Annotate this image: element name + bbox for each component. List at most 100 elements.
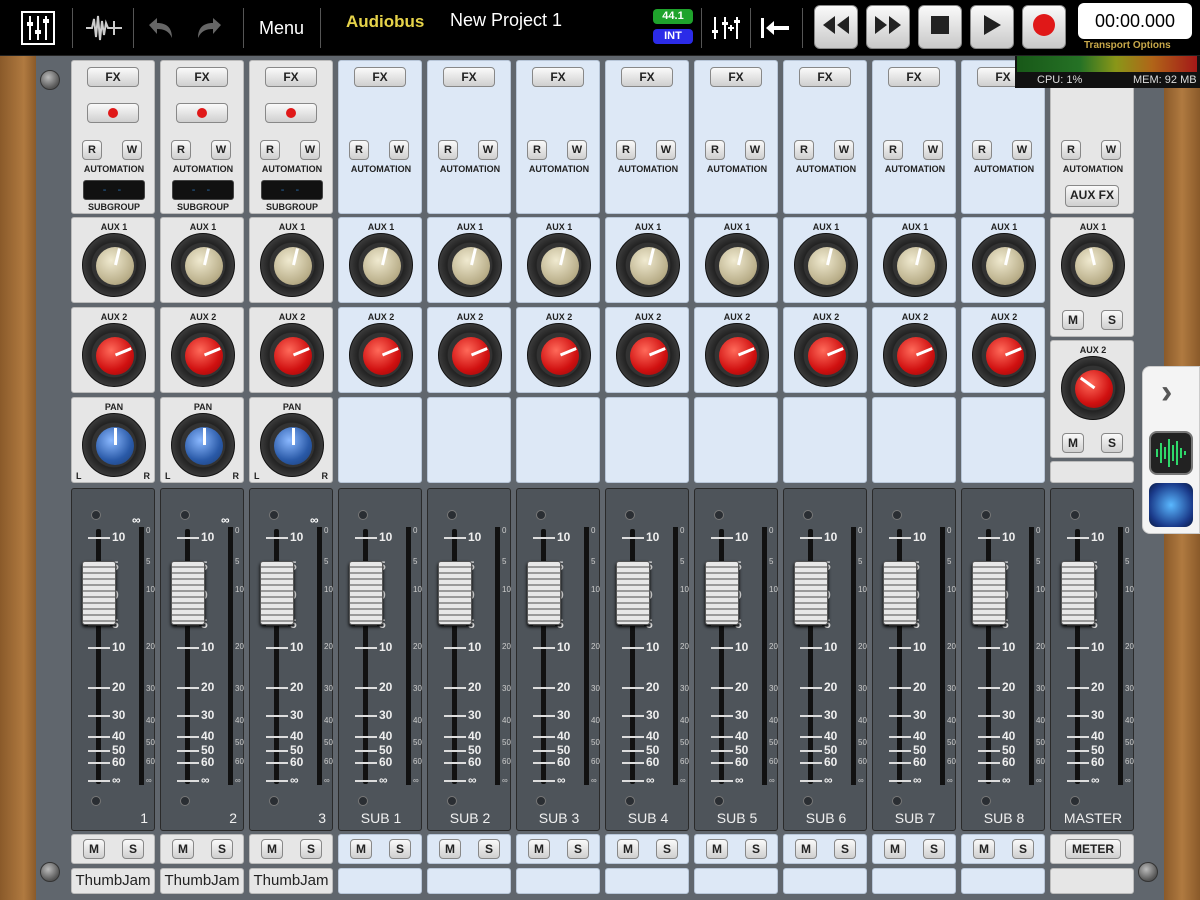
fx-button[interactable]: FX — [443, 67, 495, 87]
automation-read-button[interactable]: R — [82, 140, 102, 160]
input-source-label[interactable]: ThumbJam — [160, 868, 244, 894]
automation-read-button[interactable]: R — [616, 140, 636, 160]
aux2-knob[interactable] — [883, 323, 947, 387]
input-source-label[interactable] — [605, 868, 689, 894]
mute-button[interactable]: M — [439, 839, 461, 859]
aux2-return-knob[interactable] — [1061, 356, 1125, 420]
link-icon[interactable]: ∞ — [221, 513, 230, 527]
automation-write-button[interactable]: W — [834, 140, 854, 160]
fast-forward-button[interactable] — [866, 5, 910, 49]
rewind-button[interactable] — [814, 5, 858, 49]
thumbjam-app-icon[interactable] — [1149, 483, 1193, 527]
automation-write-button[interactable]: W — [478, 140, 498, 160]
volume-fader[interactable] — [82, 561, 116, 625]
aux1-solo-button[interactable]: S — [1101, 310, 1123, 330]
project-title[interactable]: New Project 1 — [450, 10, 562, 31]
mute-button[interactable]: M — [83, 839, 105, 859]
aux2-knob[interactable] — [171, 323, 235, 387]
fx-button[interactable]: FX — [176, 67, 228, 87]
input-source-label[interactable] — [872, 868, 956, 894]
aux1-knob[interactable] — [438, 233, 502, 297]
aux2-knob[interactable] — [82, 323, 146, 387]
automation-write-button[interactable]: W — [300, 140, 320, 160]
waveform-edit-icon[interactable] — [82, 8, 126, 48]
aux1-knob[interactable] — [883, 233, 947, 297]
solo-button[interactable]: S — [478, 839, 500, 859]
aux1-knob[interactable] — [616, 233, 680, 297]
redo-icon[interactable] — [190, 8, 230, 48]
input-source-label[interactable] — [961, 868, 1045, 894]
automation-write-button[interactable]: W — [389, 140, 409, 160]
automation-write-button[interactable]: W — [1101, 140, 1121, 160]
aux1-knob[interactable] — [972, 233, 1036, 297]
solo-button[interactable]: S — [923, 839, 945, 859]
menu-button[interactable]: Menu — [259, 18, 304, 39]
record-arm-button[interactable] — [176, 103, 228, 123]
aux1-knob[interactable] — [349, 233, 413, 297]
pan-knob[interactable] — [82, 413, 146, 477]
mute-button[interactable]: M — [350, 839, 372, 859]
play-button[interactable] — [970, 5, 1014, 49]
subgroup-selector[interactable] — [261, 180, 323, 200]
fx-button[interactable]: FX — [799, 67, 851, 87]
subgroup-selector[interactable] — [172, 180, 234, 200]
aux1-return-knob[interactable] — [1061, 233, 1125, 297]
stop-button[interactable] — [918, 5, 962, 49]
clock-source-badge[interactable]: INT — [653, 29, 693, 44]
automation-read-button[interactable]: R — [438, 140, 458, 160]
expand-chevron-icon[interactable]: › — [1161, 373, 1172, 412]
solo-button[interactable]: S — [389, 839, 411, 859]
automation-read-button[interactable]: R — [794, 140, 814, 160]
aux2-knob[interactable] — [260, 323, 324, 387]
automation-read-button[interactable]: R — [260, 140, 280, 160]
aux2-knob[interactable] — [794, 323, 858, 387]
automation-write-button[interactable]: W — [656, 140, 676, 160]
volume-fader[interactable] — [438, 561, 472, 625]
volume-fader[interactable] — [705, 561, 739, 625]
aux1-knob[interactable] — [260, 233, 324, 297]
mute-button[interactable]: M — [617, 839, 639, 859]
solo-button[interactable]: S — [745, 839, 767, 859]
automation-read-button[interactable]: R — [705, 140, 725, 160]
input-source-label[interactable] — [427, 868, 511, 894]
sample-rate-badge[interactable]: 44.1 — [653, 9, 693, 24]
aux2-knob[interactable] — [972, 323, 1036, 387]
fx-button[interactable]: FX — [621, 67, 673, 87]
automation-write-button[interactable]: W — [923, 140, 943, 160]
fx-button[interactable]: FX — [888, 67, 940, 87]
aux1-knob[interactable] — [794, 233, 858, 297]
pan-knob[interactable] — [171, 413, 235, 477]
input-source-label[interactable]: ThumbJam — [249, 868, 333, 894]
volume-fader[interactable] — [883, 561, 917, 625]
audiobus-waveform-app-icon[interactable] — [1149, 431, 1193, 475]
aux2-knob[interactable] — [527, 323, 591, 387]
solo-button[interactable]: S — [834, 839, 856, 859]
return-to-start-icon[interactable] — [755, 8, 795, 48]
aux2-mute-button[interactable]: M — [1062, 433, 1084, 453]
aux1-knob[interactable] — [82, 233, 146, 297]
automation-write-button[interactable]: W — [567, 140, 587, 160]
aux2-solo-button[interactable]: S — [1101, 433, 1123, 453]
automation-read-button[interactable]: R — [349, 140, 369, 160]
volume-fader[interactable] — [349, 561, 383, 625]
automation-write-button[interactable]: W — [211, 140, 231, 160]
solo-button[interactable]: S — [122, 839, 144, 859]
record-arm-button[interactable] — [265, 103, 317, 123]
solo-button[interactable]: S — [656, 839, 678, 859]
aux2-knob[interactable] — [438, 323, 502, 387]
aux1-knob[interactable] — [527, 233, 591, 297]
aux2-knob[interactable] — [705, 323, 769, 387]
record-button[interactable] — [1022, 5, 1066, 49]
aux1-knob[interactable] — [171, 233, 235, 297]
mute-button[interactable]: M — [261, 839, 283, 859]
automation-write-button[interactable]: W — [122, 140, 142, 160]
automation-read-button[interactable]: R — [527, 140, 547, 160]
mute-button[interactable]: M — [884, 839, 906, 859]
input-source-label[interactable] — [783, 868, 867, 894]
mute-button[interactable]: M — [528, 839, 550, 859]
mute-button[interactable]: M — [706, 839, 728, 859]
undo-icon[interactable] — [140, 8, 180, 48]
input-source-label[interactable] — [516, 868, 600, 894]
automation-read-button[interactable]: R — [171, 140, 191, 160]
input-source-label[interactable]: ThumbJam — [71, 868, 155, 894]
